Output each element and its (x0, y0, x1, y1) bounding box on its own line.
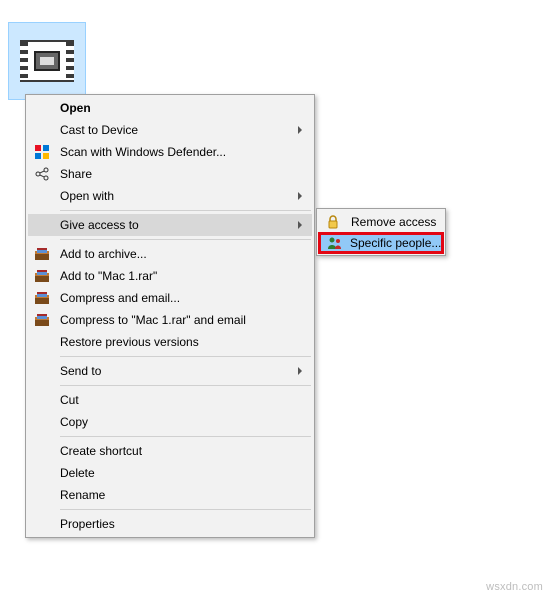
winrar-icon (34, 312, 50, 328)
menu-add-to-archive[interactable]: Add to archive... (28, 243, 312, 265)
menu-delete[interactable]: Delete (28, 462, 312, 484)
menu-copy[interactable]: Copy (28, 411, 312, 433)
menu-separator (60, 509, 311, 510)
menu-scan-label: Scan with Windows Defender... (60, 145, 282, 159)
menu-add-to-mac1rar[interactable]: Add to "Mac 1.rar" (28, 265, 312, 287)
menu-open-label: Open (60, 101, 282, 115)
menu-compress-mac1rar-email[interactable]: Compress to "Mac 1.rar" and email (28, 309, 312, 331)
selected-file[interactable] (8, 22, 86, 100)
submenu-specific-people[interactable]: Specific people... (318, 232, 444, 254)
menu-give-access-label: Give access to (60, 218, 282, 232)
menu-add-mac1rar-label: Add to "Mac 1.rar" (60, 269, 282, 283)
context-menu: Open Cast to Device Scan with Windows De… (25, 94, 315, 538)
menu-restore-label: Restore previous versions (60, 335, 282, 349)
menu-properties-label: Properties (60, 517, 282, 531)
menu-copy-label: Copy (60, 415, 282, 429)
watermark-text: wsxdn.com (486, 581, 543, 593)
menu-send-to-label: Send to (60, 364, 282, 378)
menu-separator (60, 385, 311, 386)
menu-separator (60, 356, 311, 357)
winrar-icon (34, 268, 50, 284)
menu-separator (60, 239, 311, 240)
lock-icon (325, 214, 341, 230)
menu-separator (60, 436, 311, 437)
winrar-icon (34, 246, 50, 262)
video-file-icon (20, 40, 74, 82)
menu-delete-label: Delete (60, 466, 282, 480)
menu-cut-label: Cut (60, 393, 282, 407)
menu-open[interactable]: Open (28, 97, 312, 119)
give-access-submenu: Remove access Specific people... (316, 208, 446, 256)
share-icon (34, 166, 50, 182)
menu-add-archive-label: Add to archive... (60, 247, 282, 261)
menu-compress-and-email[interactable]: Compress and email... (28, 287, 312, 309)
menu-create-shortcut[interactable]: Create shortcut (28, 440, 312, 462)
submenu-remove-access[interactable]: Remove access (319, 211, 443, 233)
menu-rename[interactable]: Rename (28, 484, 312, 506)
menu-open-with-label: Open with (60, 189, 282, 203)
people-icon (327, 235, 343, 251)
menu-cut[interactable]: Cut (28, 389, 312, 411)
menu-cast-label: Cast to Device (60, 123, 282, 137)
submenu-specific-people-label: Specific people... (350, 236, 441, 250)
chevron-right-icon (298, 126, 302, 134)
menu-restore-previous[interactable]: Restore previous versions (28, 331, 312, 353)
menu-scan-defender[interactable]: Scan with Windows Defender... (28, 141, 312, 163)
menu-give-access-to[interactable]: Give access to (28, 214, 312, 236)
menu-separator (60, 210, 311, 211)
chevron-right-icon (298, 192, 302, 200)
menu-send-to[interactable]: Send to (28, 360, 312, 382)
menu-properties[interactable]: Properties (28, 513, 312, 535)
chevron-right-icon (298, 367, 302, 375)
menu-create-shortcut-label: Create shortcut (60, 444, 282, 458)
submenu-remove-access-label: Remove access (351, 215, 436, 229)
menu-compress-mac1rar-email-label: Compress to "Mac 1.rar" and email (60, 313, 282, 327)
menu-compress-email-label: Compress and email... (60, 291, 282, 305)
menu-cast-to-device[interactable]: Cast to Device (28, 119, 312, 141)
menu-rename-label: Rename (60, 488, 282, 502)
menu-share[interactable]: Share (28, 163, 312, 185)
winrar-icon (34, 290, 50, 306)
menu-share-label: Share (60, 167, 282, 181)
chevron-right-icon (298, 221, 302, 229)
defender-shield-icon (34, 144, 50, 160)
menu-open-with[interactable]: Open with (28, 185, 312, 207)
